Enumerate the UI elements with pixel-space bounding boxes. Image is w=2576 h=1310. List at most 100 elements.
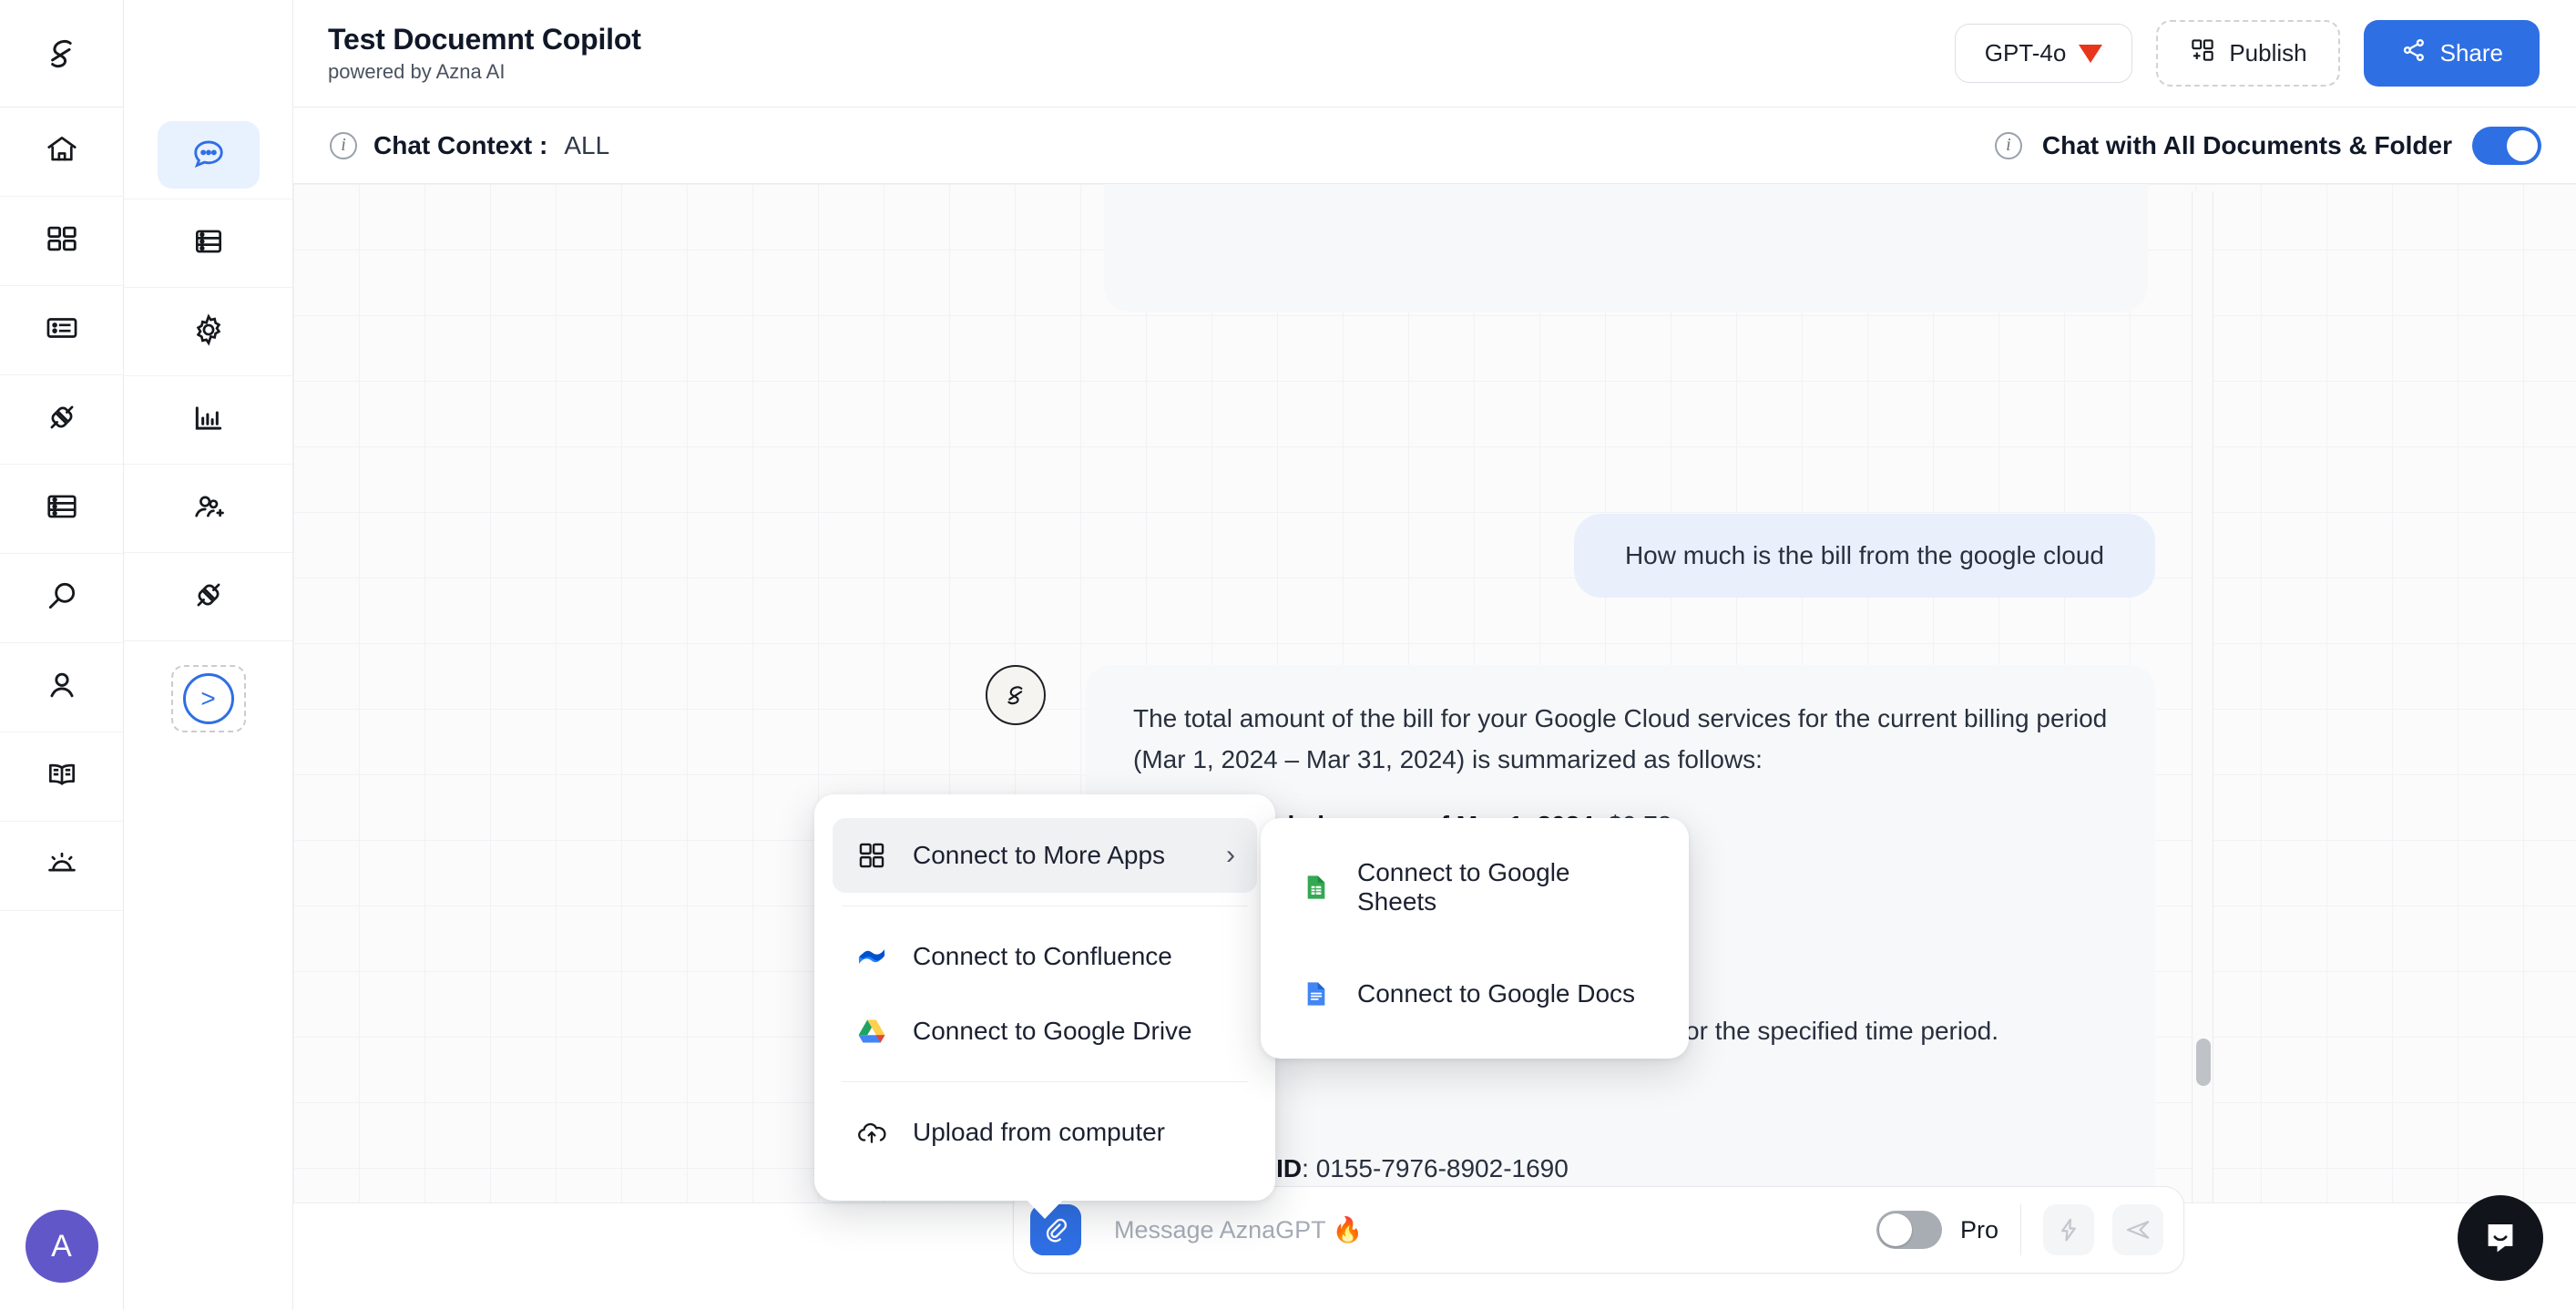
tab-chat[interactable] [124, 111, 292, 200]
sidebar-item-alerts[interactable] [0, 822, 123, 911]
google-sheets-glyph [1302, 873, 1331, 902]
grid-icon [854, 838, 889, 873]
app-root: A [0, 0, 2576, 1310]
menu-item-label: Connect to Google Docs [1357, 979, 1635, 1008]
tab-chat-active-pill [158, 121, 260, 189]
tab-settings[interactable] [124, 288, 292, 376]
composer-divider [2020, 1204, 2021, 1255]
google-docs-glyph [1302, 979, 1331, 1008]
database-icon [191, 224, 226, 263]
google-drive-icon [854, 1014, 889, 1049]
chat-context-value[interactable]: ALL [564, 131, 609, 160]
pro-label: Pro [1960, 1216, 1998, 1244]
assistant-account-line: ud account ID: 0155-7976-8902-1690 [1133, 1148, 2108, 1189]
chart-icon [191, 401, 226, 440]
chat-icon [191, 136, 226, 175]
upload-cloud-icon [854, 1115, 889, 1150]
chat-scrollbar[interactable] [2192, 191, 2213, 1303]
page-subtitle: powered by Azna AI [328, 60, 641, 84]
assistant-breakdown-heading: eakdown: [1133, 1075, 2108, 1116]
sidebar-item-home[interactable] [0, 107, 123, 197]
expand-sidebar-button[interactable]: > [171, 665, 246, 732]
sidebar-item-list[interactable] [0, 286, 123, 375]
menu-item-connect-google-drive[interactable]: Connect to Google Drive [833, 994, 1257, 1069]
sidebar-item-data[interactable] [0, 465, 123, 554]
plug-icon [191, 578, 226, 617]
confluence-icon [854, 939, 889, 974]
chevron-right-icon: > [183, 673, 234, 724]
messenger-icon [2479, 1217, 2521, 1259]
menu-item-connect-more-apps[interactable]: Connect to More Apps › [833, 818, 1257, 893]
assistant-intro-text: The total amount of the bill for your Go… [1133, 698, 2108, 781]
database-icon [45, 489, 79, 528]
chat-context-group: i Chat Context : ALL [330, 131, 609, 160]
menu-divider [842, 1081, 1248, 1082]
info-icon[interactable]: i [1995, 132, 2022, 159]
page-title: Test Docuemnt Copilot [328, 23, 641, 56]
menu-item-connect-confluence[interactable]: Connect to Confluence [833, 919, 1257, 994]
all-documents-group: i Chat with All Documents & Folder [1995, 127, 2541, 165]
google-docs-icon [1299, 977, 1334, 1011]
chevron-right-icon: › [1226, 842, 1235, 869]
secondary-icon-rail: > [124, 0, 293, 1310]
lightning-icon [2055, 1216, 2082, 1243]
gear-icon [191, 312, 226, 352]
tab-members[interactable] [124, 465, 292, 553]
sidebar-item-search[interactable] [0, 554, 123, 643]
menu-item-connect-google-sheets[interactable]: Connect to Google Sheets [1277, 838, 1672, 936]
tab-integrations[interactable] [124, 553, 292, 641]
user-icon [45, 668, 79, 707]
header-actions: GPT-4o Publish Share [1955, 20, 2540, 87]
primary-icon-rail: A [0, 0, 124, 1310]
all-documents-label: Chat with All Documents & Folder [2042, 131, 2452, 160]
top-header-bar: Test Docuemnt Copilot powered by Azna AI… [293, 0, 2576, 107]
tab-analytics[interactable] [124, 376, 292, 465]
search-icon [45, 578, 79, 618]
send-button[interactable] [2112, 1204, 2163, 1255]
menu-item-upload-from-computer[interactable]: Upload from computer [833, 1095, 1257, 1170]
assistant-avatar [986, 665, 1046, 725]
menu-item-label: Upload from computer [913, 1118, 1165, 1147]
menu-item-label: Connect to Google Drive [913, 1017, 1192, 1046]
attach-button[interactable] [1030, 1204, 1081, 1255]
send-icon [2124, 1216, 2152, 1243]
pro-toggle[interactable] [1876, 1211, 1942, 1249]
user-message-row: How much is the bill from the google clo… [1574, 514, 2155, 598]
chat-scroll-container: How much is the bill from the google clo… [293, 184, 2576, 1310]
google-drive-glyph [856, 1016, 887, 1047]
add-users-icon [191, 489, 226, 528]
book-icon [45, 757, 79, 796]
previous-message-bubble [1104, 184, 2148, 312]
sidebar-item-profile[interactable] [0, 643, 123, 732]
all-documents-toggle[interactable] [2472, 127, 2541, 165]
chat-message-area: How much is the bill from the google clo… [293, 184, 2576, 1310]
sidebar-item-library[interactable] [0, 732, 123, 822]
info-icon[interactable]: i [330, 132, 357, 159]
brand-logo[interactable] [0, 0, 123, 107]
expand-chevron-label: > [200, 686, 215, 711]
plug-icon [45, 400, 79, 439]
message-input[interactable] [1081, 1216, 1876, 1244]
intercom-messenger-button[interactable] [2458, 1195, 2543, 1281]
sidebar-item-apps[interactable] [0, 197, 123, 286]
title-block: Test Docuemnt Copilot powered by Azna AI [328, 23, 641, 84]
confluence-glyph [856, 941, 887, 972]
publish-button[interactable]: Publish [2156, 20, 2339, 87]
publish-grid-icon [2189, 36, 2216, 70]
publish-label: Publish [2229, 39, 2306, 67]
sidebar-item-connections[interactable] [0, 375, 123, 465]
model-selector-button[interactable]: GPT-4o [1955, 24, 2133, 83]
quick-action-button[interactable] [2043, 1204, 2094, 1255]
tab-sources[interactable] [124, 200, 292, 288]
chat-context-bar: i Chat Context : ALL i Chat with All Doc… [293, 107, 2576, 184]
chat-context-label: Chat Context : [373, 131, 547, 160]
menu-item-label: Connect to More Apps [913, 841, 1165, 870]
menu-item-label: Connect to Google Sheets [1357, 858, 1651, 916]
user-message-bubble: How much is the bill from the google clo… [1574, 514, 2155, 598]
google-sheets-icon [1299, 870, 1334, 905]
chat-scrollbar-thumb[interactable] [2196, 1039, 2211, 1086]
share-button[interactable]: Share [2364, 20, 2540, 87]
grid-icon [45, 221, 79, 261]
menu-item-connect-google-docs[interactable]: Connect to Google Docs [1277, 957, 1672, 1031]
avatar[interactable]: A [26, 1210, 98, 1283]
